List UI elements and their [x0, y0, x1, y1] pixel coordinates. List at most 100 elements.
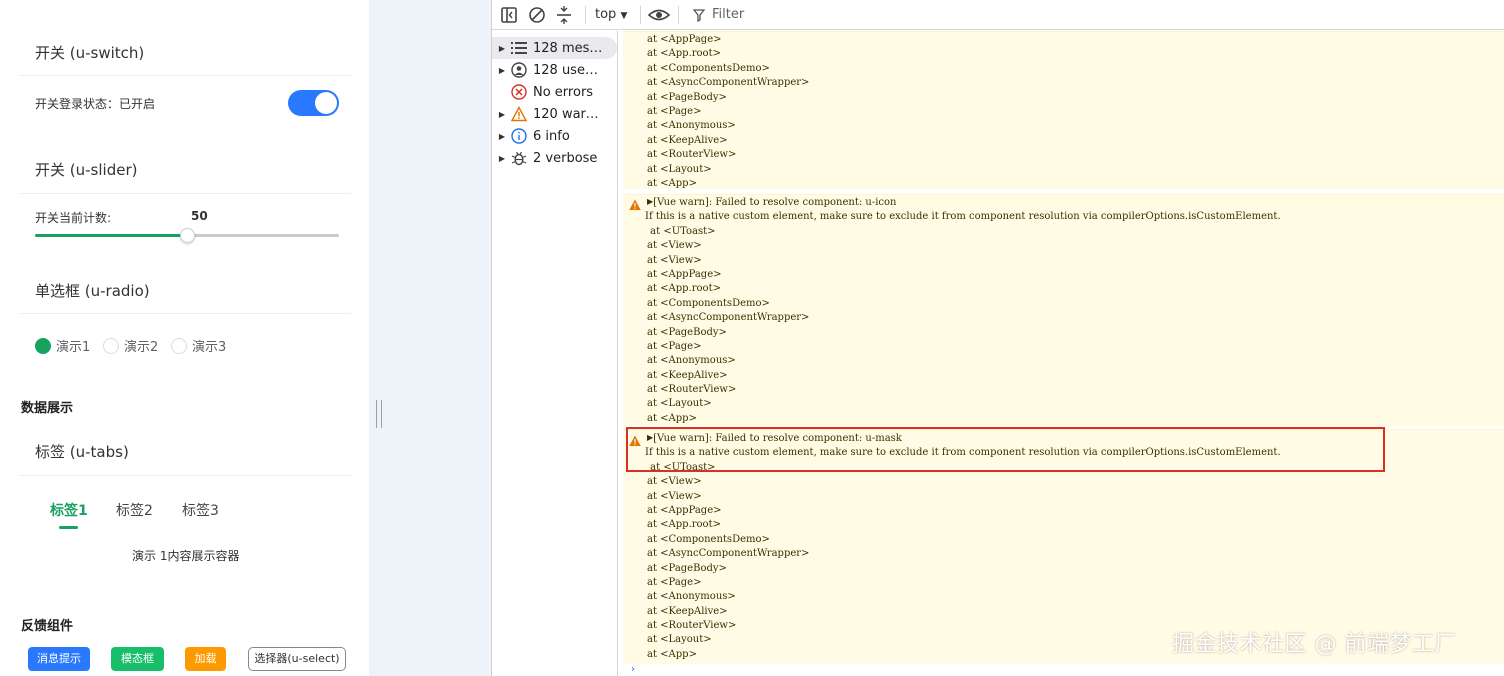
radio-option-2[interactable]: 演示2	[103, 336, 158, 355]
sidebar-item-verbose[interactable]: ▶ 2 verbose	[492, 147, 617, 169]
tabs-section-title: 标签 (u-tabs)	[35, 443, 129, 461]
radio-option-3[interactable]: 演示3	[171, 336, 226, 355]
sidebar-item-errors[interactable]: No errors	[492, 81, 617, 103]
stack-line: at <KeepAlive>	[647, 369, 728, 381]
stack-line: at <Anonymous>	[647, 120, 736, 132]
app-panel: 开关 (u-switch) 开关登录状态：已开启 开关 (u-slider) 开…	[0, 0, 369, 676]
expand-arrow-icon[interactable]: ▶	[492, 110, 510, 119]
stack-line: at <App>	[647, 412, 697, 424]
warning-header[interactable]: ▶[Vue warn]: Failed to resolve component…	[647, 196, 1504, 210]
radio-label: 演示3	[192, 340, 227, 355]
switch-section-title: 开关 (u-switch)	[35, 44, 145, 62]
stack-line: at <Page>	[647, 576, 702, 588]
highlight-box	[626, 427, 1385, 472]
error-icon	[510, 84, 528, 100]
stack-line: at <PageBody>	[647, 91, 727, 103]
chevron-down-icon: ▼	[620, 11, 628, 21]
stack-line: at <RouterView>	[647, 384, 737, 396]
switch-knob	[315, 92, 337, 114]
eye-icon[interactable]	[648, 6, 670, 24]
divider	[20, 313, 351, 314]
stack-line: at <PageBody>	[647, 326, 727, 338]
sidebar-item-warnings[interactable]: ▶ 120 warnings	[492, 103, 617, 125]
radio-section-title: 单选框 (u-radio)	[35, 282, 150, 300]
stack-line: at <RouterView>	[647, 149, 737, 161]
radio-dot	[35, 337, 51, 354]
panel-gutter	[369, 0, 491, 676]
toolbar-divider	[640, 6, 641, 24]
select-button[interactable]: 选择器(u-select)	[248, 647, 346, 671]
console-message: at <AppPage> at <App.root> at <Component…	[623, 31, 1504, 189]
tab-content: 演示 1内容展示容器	[132, 549, 240, 563]
console-output: at <AppPage> at <App.root> at <Component…	[619, 31, 1504, 676]
expand-arrow-icon[interactable]: ▶	[492, 154, 510, 163]
screen: 开关 (u-switch) 开关登录状态：已开启 开关 (u-slider) 开…	[0, 0, 1504, 676]
divider	[20, 75, 351, 76]
stack-line: at <View>	[647, 254, 702, 266]
user-icon	[510, 62, 528, 78]
warning-icon	[629, 199, 641, 210]
console-toolbar: top ▼ Filter	[492, 0, 1504, 30]
sidebar-toggle-icon[interactable]	[500, 6, 518, 24]
console-sidebar: ▶ 128 messages ▶ 128 user messages No er…	[492, 31, 618, 676]
collapse-icon[interactable]	[555, 6, 573, 24]
divider	[20, 193, 351, 194]
stack-line: at <Layout>	[647, 163, 712, 175]
toolbar-divider	[678, 6, 679, 24]
bug-icon	[510, 150, 528, 166]
slider-value: 50	[191, 209, 208, 223]
stack-line: at <Anonymous>	[647, 355, 736, 367]
tab-3[interactable]: 标签3	[182, 500, 219, 520]
stack-line: at <AppPage>	[647, 34, 722, 45]
filter-icon	[693, 9, 705, 23]
radio-label: 演示2	[124, 340, 159, 355]
stack-line: at <AsyncComponentWrapper>	[647, 312, 810, 324]
expand-arrow-icon[interactable]: ▶	[492, 132, 510, 141]
console-warning-message: ▶[Vue warn]: Failed to resolve component…	[623, 194, 1504, 426]
expand-arrow-icon[interactable]: ▶	[492, 66, 510, 75]
slider-label: 开关当前计数:	[35, 211, 112, 225]
stack-line: at <App.root>	[647, 283, 721, 295]
slider-section-title: 开关 (u-slider)	[35, 161, 138, 179]
radio-option-1[interactable]: 演示1	[35, 336, 90, 355]
modal-button[interactable]: 模态框	[111, 647, 164, 671]
divider	[20, 475, 351, 476]
stack-line: at <KeepAlive>	[647, 605, 728, 617]
tab-2[interactable]: 标签2	[116, 500, 153, 520]
stack-line: at <Page>	[647, 340, 702, 352]
stack-line: at <View>	[647, 490, 702, 502]
stack-line: at <AppPage>	[647, 268, 722, 280]
console-prompt[interactable]: ›	[631, 664, 635, 675]
stack-line: at <AsyncComponentWrapper>	[647, 548, 810, 560]
devtools-panel: top ▼ Filter ▶ 128 messages ▶ 128 user m…	[491, 0, 1504, 676]
filter-input[interactable]: Filter	[712, 7, 744, 22]
stack-line: at <ComponentsDemo>	[647, 533, 770, 545]
context-selector[interactable]: top ▼	[595, 7, 627, 22]
expand-arrow-icon[interactable]: ▶	[492, 44, 510, 53]
login-status-switch[interactable]	[288, 90, 339, 116]
info-icon	[510, 128, 528, 144]
tab-1[interactable]: 标签1	[50, 500, 88, 520]
stack-line: at <App.root>	[647, 48, 721, 60]
stack-line: at <AsyncComponentWrapper>	[647, 77, 810, 89]
stack-line: at <ComponentsDemo>	[647, 297, 770, 309]
radio-dot	[103, 337, 119, 354]
toast-button[interactable]: 消息提示	[28, 647, 90, 671]
sidebar-item-messages[interactable]: ▶ 128 messages	[492, 37, 617, 59]
stack-line: at <View>	[647, 476, 702, 488]
sidebar-item-info[interactable]: ▶ 6 info	[492, 125, 617, 147]
stack-line: at <Anonymous>	[647, 591, 736, 603]
sidebar-item-user-messages[interactable]: ▶ 128 user messages	[492, 59, 617, 81]
slider-fill	[35, 234, 187, 237]
loading-button[interactable]: 加载	[185, 647, 226, 671]
stack-line: at <KeepAlive>	[647, 134, 728, 146]
clear-console-icon[interactable]	[528, 6, 546, 24]
radio-dot	[171, 337, 187, 354]
warning-detail: If this is a native custom element, make…	[645, 211, 1281, 223]
slider-handle[interactable]	[180, 228, 195, 243]
list-icon	[510, 40, 528, 56]
stack-line: at <App.root>	[647, 519, 721, 531]
resize-handle[interactable]	[376, 400, 382, 428]
stack-line: at <AppPage>	[647, 504, 722, 516]
watermark: 掘金技术社区 @ 前端梦工厂	[1172, 632, 1457, 657]
